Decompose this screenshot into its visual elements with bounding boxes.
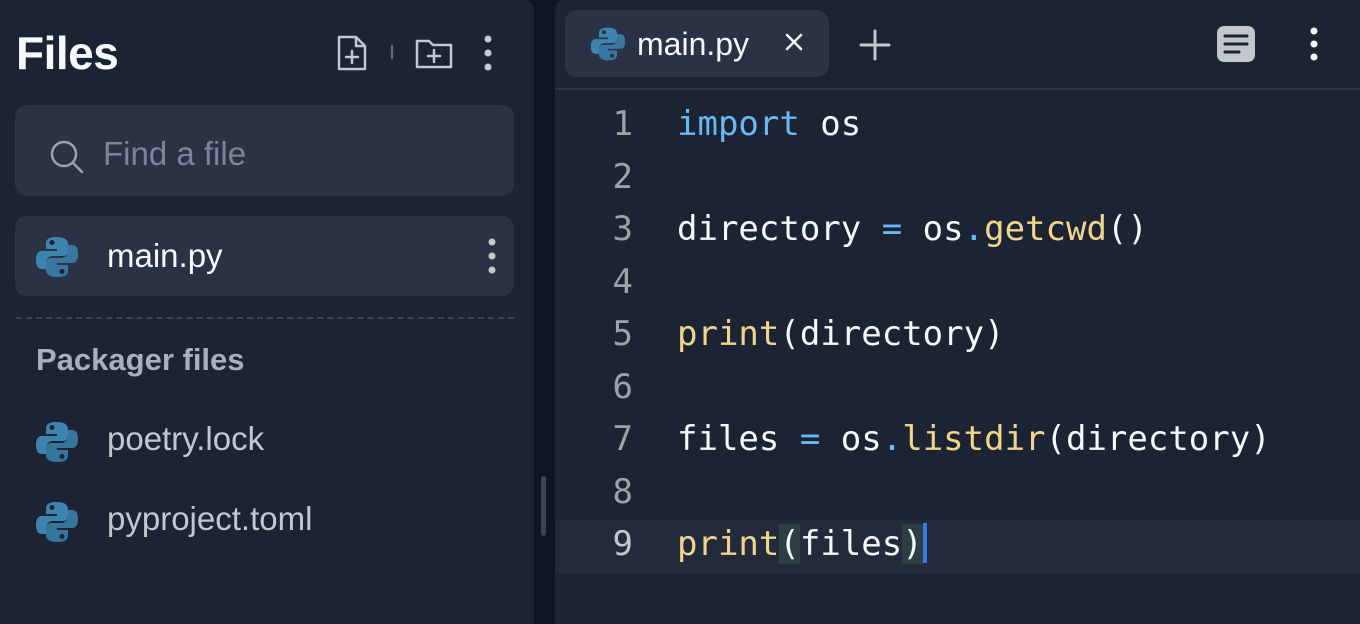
code-line-current: 9 print(files) — [555, 520, 1360, 573]
code-line: 3 directory = os.getcwd() — [555, 205, 1360, 258]
file-item-label: main.py — [107, 237, 223, 274]
code-text: directory = os.getcwd() — [677, 209, 1148, 249]
line-number: 9 — [612, 524, 633, 564]
line-number: 7 — [612, 419, 633, 459]
code-editor-pane: main.py 1 import os 2 3 directory = os.g… — [555, 0, 1360, 624]
code-line: 6 — [555, 363, 1360, 416]
code-token: files — [799, 524, 903, 564]
code-token: getcwd — [984, 209, 1107, 249]
line-number: 5 — [612, 314, 633, 354]
code-token: () — [1106, 209, 1148, 249]
line-number: 6 — [612, 366, 633, 407]
new-folder-icon[interactable] — [414, 35, 454, 71]
code-text: import os — [677, 104, 861, 144]
code-token: (directory) — [1045, 419, 1271, 459]
code-text: files = os.listdir(directory) — [677, 419, 1271, 459]
line-number: 4 — [612, 261, 633, 302]
python-icon — [590, 26, 626, 67]
code-token: . — [881, 419, 903, 459]
file-search-input[interactable]: Find a file — [15, 105, 514, 196]
code-area[interactable]: 1 import os 2 3 directory = os.getcwd() … — [555, 100, 1360, 573]
packager-files-heading: Packager files — [36, 342, 245, 377]
code-token: listdir — [902, 419, 1046, 459]
python-icon — [35, 235, 79, 284]
tab-main-py[interactable]: main.py — [565, 10, 829, 77]
document-outline-icon[interactable] — [1216, 25, 1256, 68]
code-token: print — [677, 524, 780, 564]
code-token: ) — [902, 524, 923, 564]
toolbar-separator — [391, 45, 393, 59]
tab-label: main.py — [637, 26, 750, 62]
editor-tab-bar: main.py — [555, 0, 1360, 90]
file-item-main-py[interactable]: main.py — [15, 216, 514, 296]
code-token: ( — [779, 524, 800, 564]
code-token: print — [677, 314, 780, 354]
code-line: 8 — [555, 468, 1360, 521]
code-token: . — [963, 209, 985, 249]
code-token: os — [820, 419, 882, 459]
code-token: directory — [677, 209, 882, 249]
text-cursor — [922, 522, 927, 563]
close-tab-icon[interactable] — [783, 31, 805, 58]
files-sidebar: Files Find a file main.py Packager files… — [0, 0, 534, 624]
python-icon — [35, 500, 79, 549]
search-placeholder: Find a file — [103, 135, 247, 172]
code-token: = — [881, 209, 903, 249]
code-token: (directory) — [779, 314, 1005, 354]
search-icon — [49, 139, 85, 180]
code-text: print(files) — [677, 522, 927, 564]
code-token: os — [799, 104, 862, 144]
sidebar-kebab-menu-icon[interactable] — [478, 34, 498, 72]
python-icon — [35, 420, 79, 469]
sidebar-title: Files — [16, 27, 119, 79]
code-token: import — [677, 104, 800, 144]
file-item-poetry-lock[interactable]: poetry.lock — [15, 406, 514, 476]
pane-resize-handle[interactable] — [541, 476, 546, 536]
code-line: 5 print(directory) — [555, 310, 1360, 363]
code-line: 2 — [555, 153, 1360, 206]
code-line: 7 files = os.listdir(directory) — [555, 415, 1360, 468]
file-item-label: pyproject.toml — [107, 500, 313, 537]
section-divider — [16, 317, 514, 319]
code-token: files — [677, 419, 800, 459]
code-line: 1 import os — [555, 100, 1360, 153]
code-token: = — [799, 419, 821, 459]
add-tab-plus-icon[interactable] — [858, 28, 892, 67]
code-text: print(directory) — [677, 314, 1005, 354]
file-item-label: poetry.lock — [107, 420, 265, 457]
line-number: 1 — [612, 104, 633, 144]
file-kebab-menu-icon[interactable] — [484, 236, 500, 281]
file-item-pyproject-toml[interactable]: pyproject.toml — [15, 486, 514, 556]
line-number: 3 — [612, 209, 633, 249]
new-file-icon[interactable] — [334, 34, 370, 72]
line-number: 8 — [612, 471, 633, 512]
code-token: os — [902, 209, 964, 249]
editor-kebab-menu-icon[interactable] — [1306, 26, 1322, 67]
line-number: 2 — [612, 156, 633, 197]
code-line: 4 — [555, 258, 1360, 311]
